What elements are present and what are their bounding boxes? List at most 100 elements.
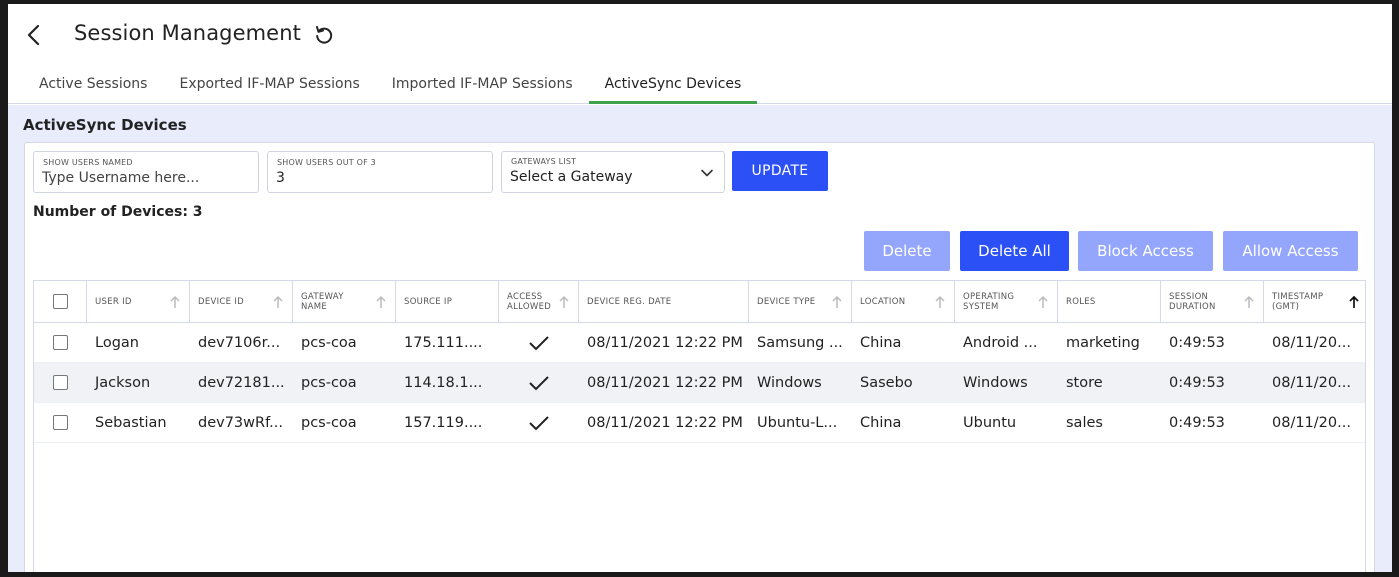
tab-activesync-devices[interactable]: ActiveSync Devices bbox=[588, 72, 758, 104]
column-label: ACCESS ALLOWED bbox=[507, 291, 552, 312]
cell-timestamp: 08/11/20... bbox=[1272, 374, 1351, 391]
column-label: DEVICE ID bbox=[198, 296, 244, 307]
cell-timestamp: 08/11/20... bbox=[1272, 334, 1351, 351]
column-label: DEVICE TYPE bbox=[757, 296, 816, 307]
column-header-operating-system[interactable]: OPERATING SYSTEM bbox=[955, 281, 1058, 322]
column-header-session-duration[interactable]: SESSION DURATION bbox=[1161, 281, 1264, 322]
gateway-select-value: Select a Gateway bbox=[510, 169, 633, 185]
allow-access-button[interactable]: Allow Access bbox=[1223, 231, 1358, 271]
column-header-device-id[interactable]: DEVICE ID bbox=[190, 281, 293, 322]
refresh-button[interactable] bbox=[312, 23, 336, 47]
cell-roles: marketing bbox=[1066, 334, 1140, 351]
cell-device-type: Windows bbox=[757, 374, 822, 391]
table-row[interactable]: Jackson dev72181... pcs-coa 114.18.1... … bbox=[34, 363, 1365, 403]
cell-device-reg-date: 08/11/2021 12:22 PM bbox=[587, 374, 743, 391]
select-all-checkbox[interactable] bbox=[52, 294, 68, 309]
devices-table: USER ID DEVICE ID GATEWAY NAME SOURCE IP bbox=[33, 280, 1366, 572]
cell-source-ip: 175.111.... bbox=[404, 334, 483, 351]
cell-user-id: Jackson bbox=[95, 374, 151, 391]
username-input[interactable] bbox=[42, 170, 250, 186]
cell-source-ip: 114.18.1... bbox=[404, 374, 483, 391]
cell-location: China bbox=[860, 334, 902, 351]
sort-arrow-up-icon bbox=[1349, 295, 1359, 308]
sort-arrow-icon bbox=[170, 295, 180, 308]
delete-all-button[interactable]: Delete All bbox=[960, 231, 1069, 271]
page-title: Session Management bbox=[74, 21, 301, 45]
sort-arrow-icon bbox=[273, 295, 283, 308]
tab-imported-ifmap-sessions[interactable]: Imported IF-MAP Sessions bbox=[376, 72, 589, 104]
delete-button[interactable]: Delete bbox=[864, 231, 950, 271]
sort-arrow-icon bbox=[1244, 295, 1254, 308]
limit-filter: SHOW USERS OUT OF 3 bbox=[267, 151, 493, 193]
cell-gateway-name: pcs-coa bbox=[301, 334, 357, 351]
table-row[interactable]: Logan dev7106r... pcs-coa 175.111.... 08… bbox=[34, 323, 1365, 363]
chevron-left-icon bbox=[27, 24, 40, 46]
section-title: ActiveSync Devices bbox=[23, 116, 187, 134]
checkmark-icon bbox=[529, 335, 549, 350]
back-button[interactable] bbox=[22, 20, 46, 50]
update-button[interactable]: UPDATE bbox=[732, 151, 828, 191]
limit-filter-label: SHOW USERS OUT OF 3 bbox=[277, 158, 376, 167]
cell-access-allowed bbox=[499, 403, 579, 442]
table-header: USER ID DEVICE ID GATEWAY NAME SOURCE IP bbox=[34, 281, 1365, 323]
column-header-location[interactable]: LOCATION bbox=[852, 281, 955, 322]
cell-gateway-name: pcs-coa bbox=[301, 374, 357, 391]
column-header-gateway-name[interactable]: GATEWAY NAME bbox=[293, 281, 396, 322]
sort-arrow-icon bbox=[935, 295, 945, 308]
tab-exported-ifmap-sessions[interactable]: Exported IF-MAP Sessions bbox=[163, 72, 375, 104]
checkmark-icon bbox=[529, 415, 549, 430]
refresh-icon bbox=[316, 26, 333, 44]
column-label: OPERATING SYSTEM bbox=[963, 291, 1015, 312]
username-filter-label: SHOW USERS NAMED bbox=[43, 158, 133, 167]
cell-location: Sasebo bbox=[860, 374, 913, 391]
cell-operating-system: Ubuntu bbox=[963, 414, 1017, 431]
column-label: SOURCE IP bbox=[404, 296, 453, 307]
column-header-user-id[interactable]: USER ID bbox=[87, 281, 190, 322]
cell-device-reg-date: 08/11/2021 12:22 PM bbox=[587, 334, 743, 351]
block-access-button[interactable]: Block Access bbox=[1078, 231, 1213, 271]
sort-arrow-icon bbox=[376, 295, 386, 308]
column-header-access-allowed[interactable]: ACCESS ALLOWED bbox=[499, 281, 579, 322]
sort-arrow-icon bbox=[832, 295, 842, 308]
column-label: DEVICE REG. DATE bbox=[587, 296, 672, 307]
column-header-timestamp[interactable]: TIMESTAMP (GMT) bbox=[1264, 281, 1364, 322]
column-header-roles[interactable]: ROLES bbox=[1058, 281, 1161, 322]
cell-source-ip: 157.119.... bbox=[404, 414, 483, 431]
column-header-device-reg-date[interactable]: DEVICE REG. DATE bbox=[579, 281, 749, 322]
chevron-down-icon bbox=[701, 169, 713, 177]
cell-session-duration: 0:49:53 bbox=[1169, 414, 1225, 431]
cell-user-id: Sebastian bbox=[95, 414, 167, 431]
row-checkbox[interactable] bbox=[53, 415, 68, 430]
select-all-cell bbox=[34, 281, 87, 322]
cell-device-type: Samsung ... bbox=[757, 334, 843, 351]
username-filter: SHOW USERS NAMED bbox=[33, 151, 259, 193]
table-row[interactable]: Sebastian dev73wRf... pcs-coa 157.119...… bbox=[34, 403, 1365, 443]
app-window: Session Management Active Sessions Expor… bbox=[8, 4, 1392, 572]
column-label: GATEWAY NAME bbox=[301, 291, 344, 312]
tab-active-sessions[interactable]: Active Sessions bbox=[23, 72, 163, 104]
checkmark-icon bbox=[529, 375, 549, 390]
cell-device-id: dev7106r... bbox=[198, 334, 281, 351]
row-checkbox[interactable] bbox=[53, 335, 68, 350]
limit-input[interactable] bbox=[276, 170, 484, 186]
row-select-cell bbox=[34, 403, 87, 442]
sort-arrow-icon bbox=[559, 295, 569, 308]
column-label: LOCATION bbox=[860, 296, 906, 307]
cell-roles: sales bbox=[1066, 414, 1103, 431]
devices-panel: SHOW USERS NAMED SHOW USERS OUT OF 3 GAT… bbox=[24, 142, 1375, 572]
column-header-device-type[interactable]: DEVICE TYPE bbox=[749, 281, 852, 322]
cell-access-allowed bbox=[499, 323, 579, 362]
cell-session-duration: 0:49:53 bbox=[1169, 334, 1225, 351]
gateway-select[interactable]: GATEWAYS LIST Select a Gateway bbox=[501, 151, 725, 193]
page-header: Session Management Active Sessions Expor… bbox=[8, 4, 1392, 104]
content-area: ActiveSync Devices SHOW USERS NAMED SHOW… bbox=[8, 105, 1392, 572]
row-select-cell bbox=[34, 323, 87, 362]
cell-device-id: dev72181... bbox=[198, 374, 285, 391]
cell-device-type: Ubuntu-L... bbox=[757, 414, 838, 431]
tab-bar: Active Sessions Exported IF-MAP Sessions… bbox=[23, 72, 758, 104]
row-select-cell bbox=[34, 363, 87, 402]
row-checkbox[interactable] bbox=[53, 375, 68, 390]
device-count: Number of Devices: 3 bbox=[33, 204, 203, 220]
column-header-source-ip[interactable]: SOURCE IP bbox=[396, 281, 499, 322]
cell-device-reg-date: 08/11/2021 12:22 PM bbox=[587, 414, 743, 431]
